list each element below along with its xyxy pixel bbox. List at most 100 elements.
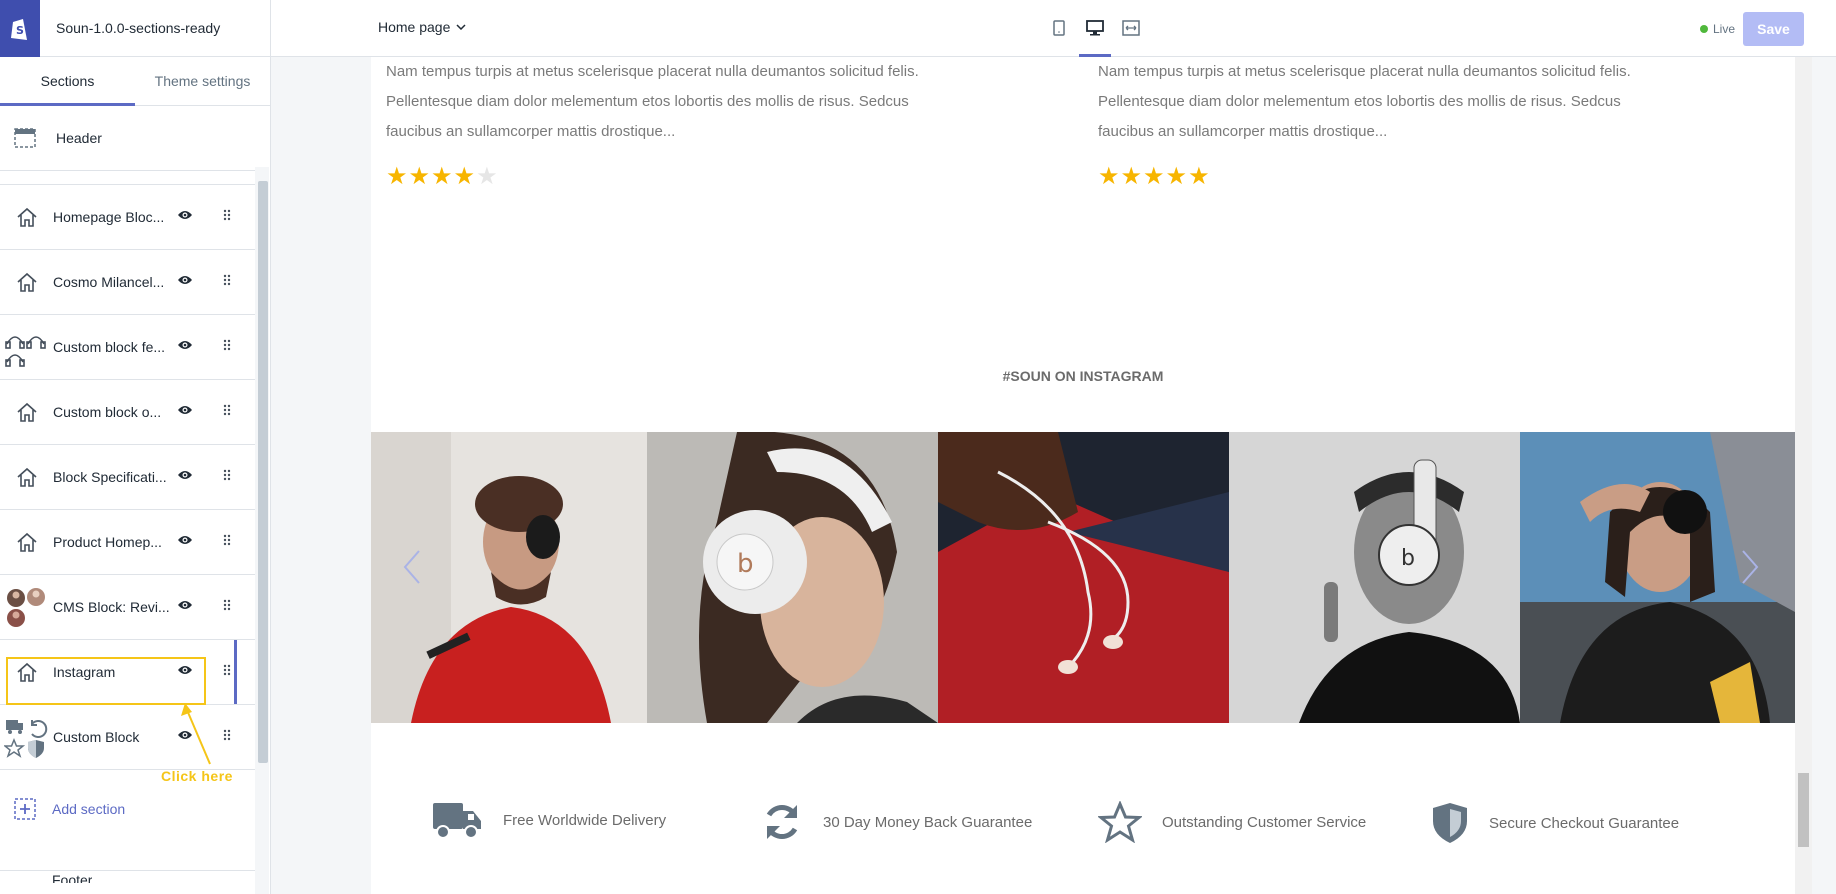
feature-money-back: 30 Day Money Back Guarantee (761, 801, 1032, 843)
mobile-view-button[interactable] (1045, 14, 1073, 42)
desktop-view-button[interactable] (1079, 14, 1111, 57)
section-item-label: Block Specificati... (53, 469, 167, 485)
section-item-label: Homepage Bloc... (53, 209, 165, 225)
section-item-product-homepage[interactable]: Product Homep... (0, 510, 255, 575)
instagram-title: #SOUN ON INSTAGRAM (1002, 368, 1164, 384)
review-text-line: Nam tempus turpis at metus scelerisque p… (386, 63, 919, 80)
feature-label: Secure Checkout Guarantee (1489, 814, 1680, 832)
section-item-cosmo[interactable]: Cosmo Milancel... (0, 250, 255, 315)
drag-handle-icon[interactable] (223, 729, 231, 741)
review-text-line: faucibus an sullamcorper mattis drostiqu… (386, 123, 676, 140)
theme-preview: Nam tempus turpis at metus scelerisque p… (371, 57, 1795, 894)
feature-delivery: Free Worldwide Delivery (431, 799, 666, 841)
section-item-custom-block-fe[interactable]: Custom block fe... (0, 315, 255, 380)
preview-scrollbar-thumb[interactable] (1798, 773, 1809, 847)
sidebar-tabs: Sections Theme settings (0, 57, 270, 106)
save-button[interactable]: Save (1743, 12, 1804, 46)
star-filled-icon: ★ (1165, 163, 1188, 190)
home-icon (4, 519, 50, 565)
instagram-highlight-box (6, 657, 206, 705)
svg-text:b: b (737, 549, 754, 579)
shield-icon (1433, 803, 1467, 843)
preview-scrollbar[interactable] (1795, 57, 1812, 894)
star-filled-icon: ★ (386, 163, 408, 190)
tab-theme-settings[interactable]: Theme settings (135, 57, 270, 105)
header-layout-icon (14, 128, 36, 148)
page-selector[interactable]: Home page (378, 19, 466, 35)
svg-text:b: b (1401, 546, 1415, 571)
tab-sections[interactable]: Sections (0, 57, 135, 106)
section-item-block-specification[interactable]: Block Specificati... (0, 445, 255, 510)
feature-customer-service: Outstanding Customer Service (1098, 801, 1366, 843)
drag-handle-icon[interactable] (223, 534, 231, 546)
review-right: Nam tempus turpis at metus scelerisque p… (1098, 57, 1698, 147)
add-section-button[interactable]: Add section (14, 798, 125, 820)
eye-icon[interactable] (177, 209, 193, 221)
instagram-gallery: b b (371, 432, 1795, 723)
mobile-icon (1053, 20, 1065, 36)
callout-text: Click here (161, 768, 233, 784)
chevron-right-icon (1742, 550, 1759, 584)
divider (270, 0, 271, 57)
instagram-image-4[interactable]: b (1229, 432, 1520, 723)
top-bar: S Soun-1.0.0-sections-ready Home page Li… (0, 0, 1836, 57)
avatars-icon (4, 584, 50, 630)
chevron-left-icon (403, 550, 420, 584)
eye-icon[interactable] (177, 339, 193, 351)
eye-icon[interactable] (177, 729, 193, 741)
star-filled-icon: ★ (1188, 163, 1210, 190)
eye-icon[interactable] (177, 274, 193, 286)
gallery-prev-arrow[interactable] (403, 549, 421, 595)
sidebar-scrollbar-thumb[interactable] (258, 181, 268, 763)
star-filled-icon: ★ (1120, 163, 1143, 190)
live-label: Live (1713, 22, 1736, 36)
chevron-down-icon (456, 24, 466, 30)
section-header-label: Header (56, 130, 102, 146)
drag-handle-icon[interactable] (223, 404, 231, 416)
review-text-line: Pellentesque diam dolor melementum etos … (1098, 93, 1621, 110)
section-item-cms-block-reviews[interactable]: CMS Block: Revi... (0, 575, 255, 640)
home-icon (4, 194, 50, 240)
section-item-label: Cosmo Milancel... (53, 274, 165, 290)
footer-partial-label: Footer (52, 875, 93, 883)
fullscreen-view-button[interactable] (1117, 14, 1145, 42)
star-filled-icon: ★ (408, 163, 431, 190)
headphones-icon (4, 324, 50, 370)
instagram-image-2[interactable]: b (647, 432, 938, 723)
section-item-label: Custom block fe... (53, 339, 166, 355)
eye-icon[interactable] (177, 599, 193, 611)
rating-stars-right: ★ ★ ★ ★ ★ (1098, 165, 1210, 189)
drag-handle-icon[interactable] (223, 339, 231, 351)
eye-icon[interactable] (177, 404, 193, 416)
instagram-image-3[interactable] (938, 432, 1229, 723)
drag-handle-icon[interactable] (223, 274, 231, 286)
star-filled-icon: ★ (453, 163, 476, 190)
drag-handle-icon[interactable] (223, 469, 231, 481)
feature-label: 30 Day Money Back Guarantee (823, 813, 1033, 831)
section-item-label: CMS Block: Revi... (53, 599, 170, 615)
sidebar-footer-row: Footer (0, 870, 255, 894)
gallery-next-arrow[interactable] (1741, 549, 1759, 595)
section-item-label: Product Homep... (53, 534, 162, 550)
expand-icon (1122, 20, 1140, 36)
drag-handle-icon[interactable] (223, 664, 231, 676)
drag-handle-icon[interactable] (223, 209, 231, 221)
section-item-custom-block-o[interactable]: Custom block o... (0, 380, 255, 445)
review-text-line: Pellentesque diam dolor melementum etos … (386, 93, 909, 110)
live-dot (1700, 25, 1708, 33)
section-item-custom-block[interactable]: Custom Block (0, 705, 255, 770)
eye-icon[interactable] (177, 469, 193, 481)
star-empty-icon: ★ (476, 163, 498, 190)
add-section-label: Add section (52, 801, 126, 817)
feature-secure-checkout: Secure Checkout Guarantee (1431, 801, 1679, 845)
section-item-homepage-block[interactable]: Homepage Bloc... (0, 185, 255, 250)
shopify-logo[interactable]: S (0, 0, 40, 57)
section-item-label: Custom Block (53, 729, 140, 745)
device-switcher (1045, 14, 1145, 57)
eye-icon[interactable] (177, 534, 193, 546)
star-filled-icon: ★ (1098, 163, 1120, 190)
star-outline-icon (1098, 801, 1142, 843)
review-text-line: Nam tempus turpis at metus scelerisque p… (1098, 63, 1631, 80)
section-header[interactable]: Header (0, 106, 255, 171)
drag-handle-icon[interactable] (223, 599, 231, 611)
